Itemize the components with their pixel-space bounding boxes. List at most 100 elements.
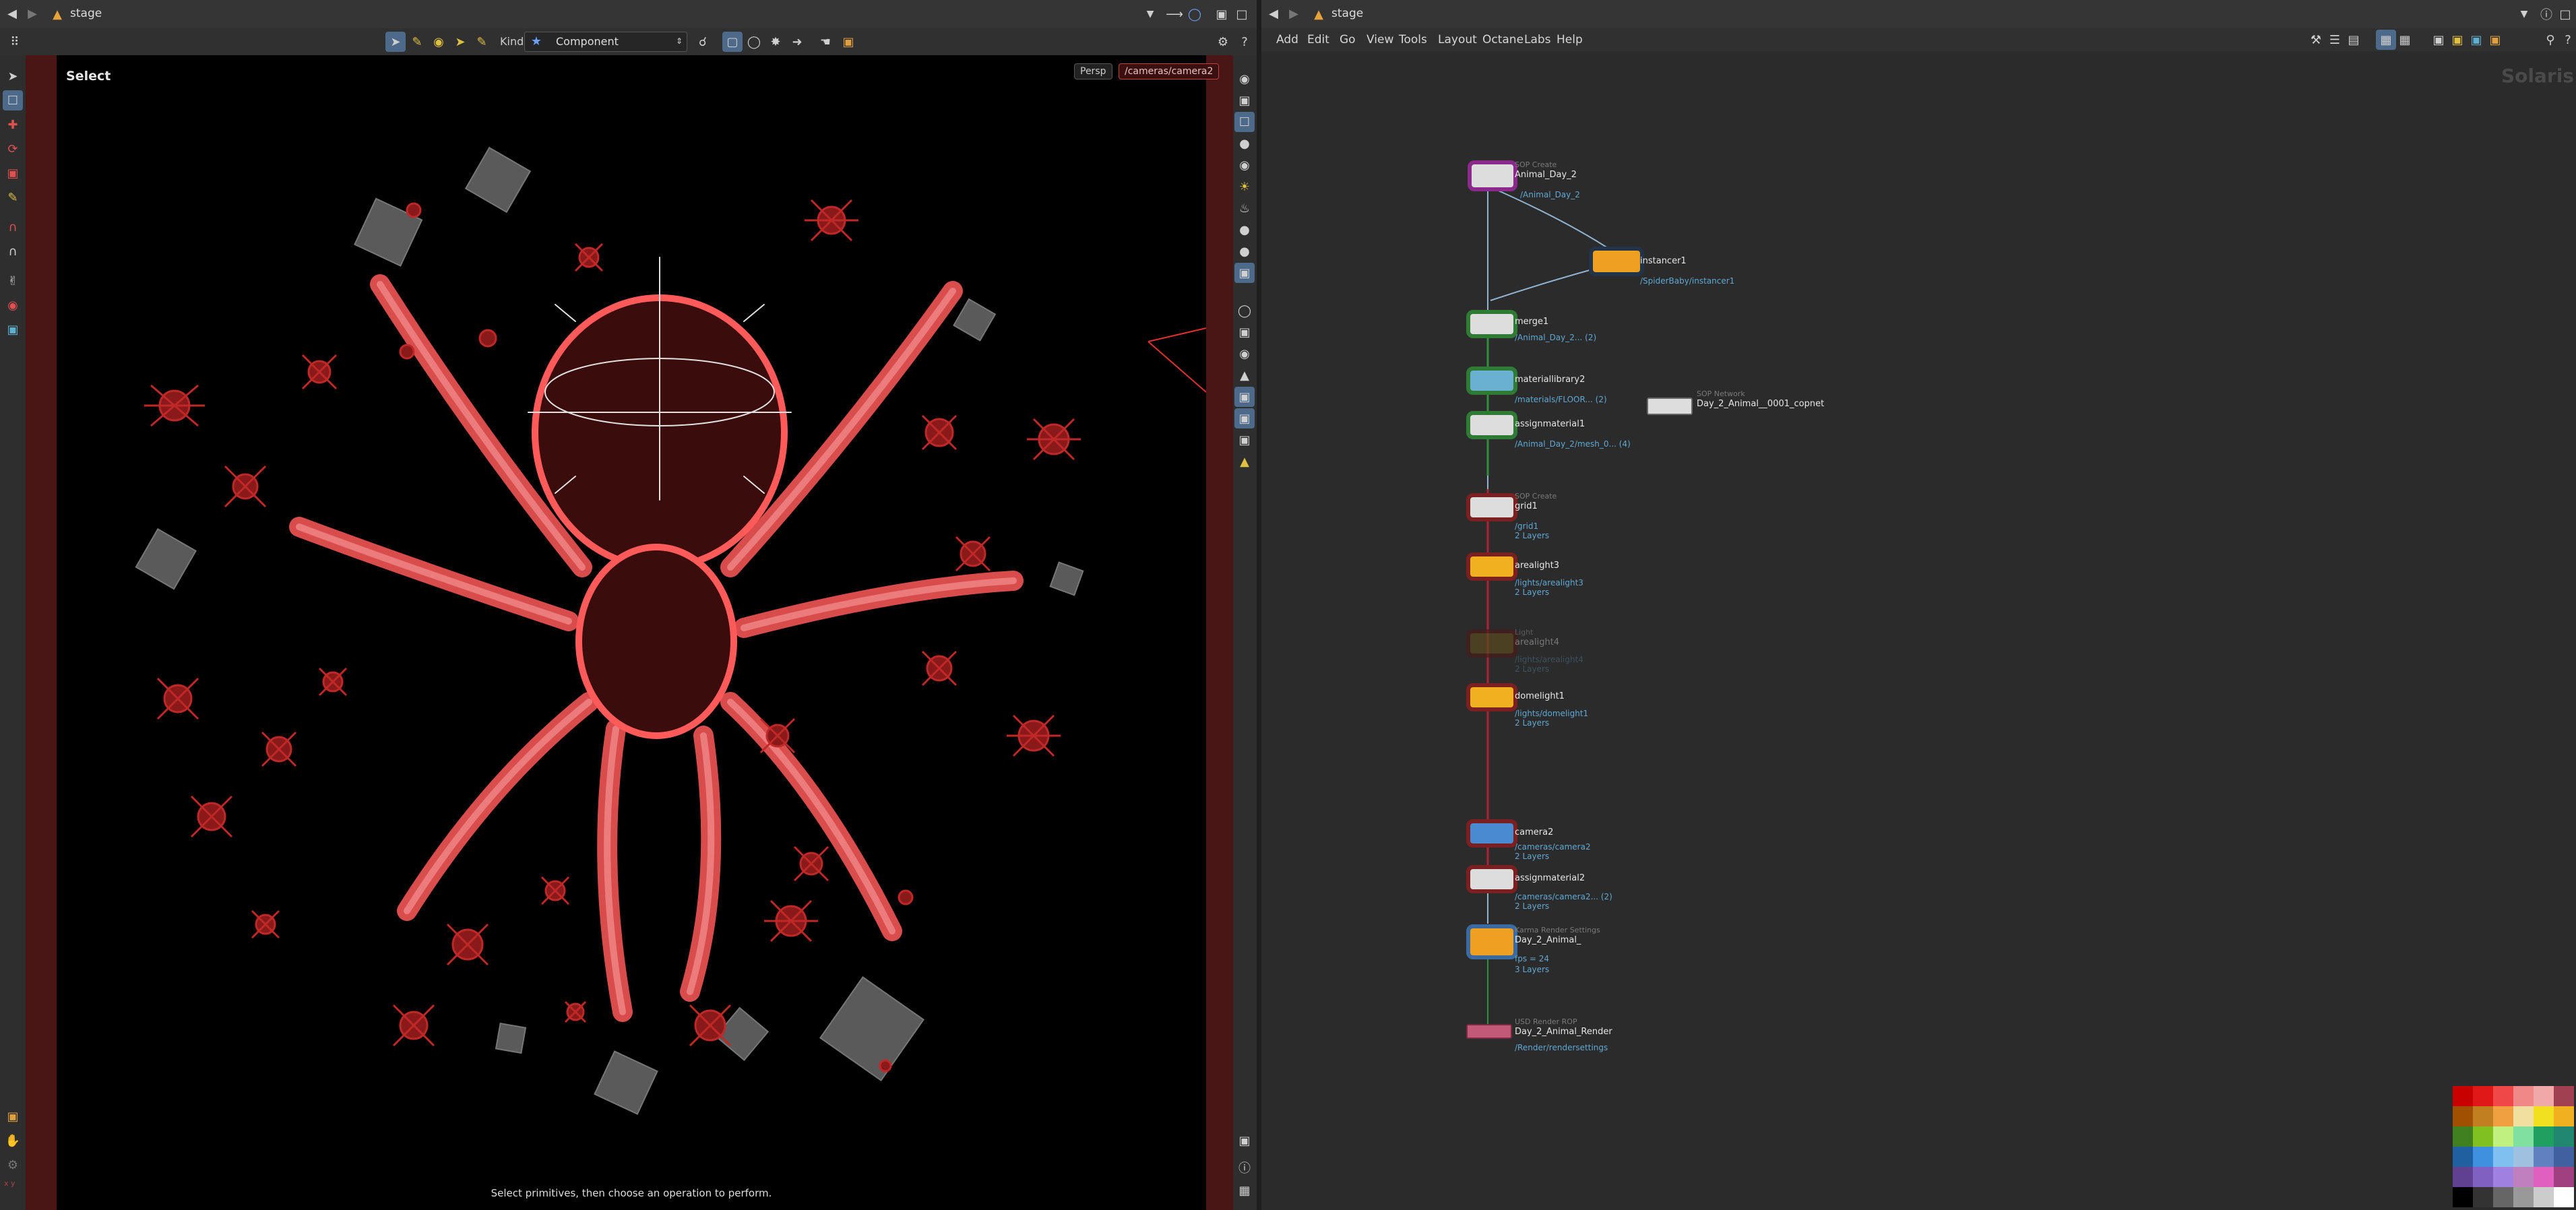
node-materiallibrary2[interactable] <box>1466 367 1517 395</box>
kind-select[interactable]: ★ Component ⇕ <box>524 32 687 52</box>
bulb-icon[interactable]: ● <box>1234 220 1255 240</box>
shading3-icon[interactable]: ▣ <box>1234 408 1255 428</box>
pane-divider[interactable] <box>1257 0 1261 1210</box>
menu-layout[interactable]: Layout <box>1438 33 1477 46</box>
left-tab-title[interactable]: stage <box>70 7 102 20</box>
network-canvas[interactable]: Solaris SOP Create Animal_Day_2 /Animal_… <box>1261 51 2576 1210</box>
menu-tools[interactable]: Tools <box>1399 33 1427 46</box>
color-swatch[interactable] <box>2554 1147 2574 1167</box>
color-swatch[interactable] <box>2554 1086 2574 1106</box>
node-animal-day-2[interactable] <box>1468 160 1517 191</box>
brush-tool-icon[interactable]: ✎ <box>407 32 427 52</box>
render-icon[interactable]: ◉ <box>1234 344 1255 364</box>
dropdown-icon[interactable]: ▼ <box>1142 5 1158 23</box>
grid-icon[interactable]: ▦ <box>2395 30 2415 50</box>
tree-icon[interactable]: ☰ <box>2325 30 2345 50</box>
color-swatch[interactable] <box>2493 1147 2513 1167</box>
tile-view-icon[interactable]: ▦ <box>2376 30 2396 50</box>
grid-view-icon[interactable]: ▦ <box>1234 1180 1255 1201</box>
net-maximize-icon[interactable]: □ <box>2556 5 2574 23</box>
node-usd-render-rop[interactable] <box>1466 1024 1512 1039</box>
node-arealight3[interactable] <box>1466 552 1517 581</box>
viewport[interactable]: Select Persp /cameras/camera2 Select pri… <box>26 55 1235 1210</box>
render-region-icon[interactable]: ▣ <box>3 1106 23 1126</box>
menu-view[interactable]: View <box>1366 33 1393 46</box>
color-swatch[interactable] <box>2513 1126 2534 1147</box>
net-dropdown-icon[interactable]: ▼ <box>2516 5 2532 23</box>
color-swatch[interactable] <box>2534 1187 2554 1207</box>
magnet-icon[interactable]: ∩ <box>3 217 23 237</box>
layout-icon[interactable]: ▣ <box>1213 5 1230 23</box>
background-icon[interactable]: ▣ <box>1234 322 1255 342</box>
color-swatch[interactable] <box>2453 1126 2473 1147</box>
pose-icon[interactable]: ✌ <box>3 271 23 291</box>
settings-tool-icon[interactable]: ⚙ <box>3 1155 23 1175</box>
color-swatch[interactable] <box>2534 1086 2554 1106</box>
color-swatch[interactable] <box>2554 1167 2574 1187</box>
secure-select-icon[interactable]: ☌ <box>693 32 713 52</box>
select-arrow-icon[interactable]: ➤ <box>3 66 23 86</box>
transform-icon[interactable]: ✚ <box>3 115 23 135</box>
lasso-select-icon[interactable]: ◯ <box>744 32 764 52</box>
visible-select-icon[interactable]: ▣ <box>838 32 858 52</box>
menu-add[interactable]: Add <box>1276 33 1298 46</box>
color-swatch[interactable] <box>2473 1147 2493 1167</box>
color-swatch[interactable] <box>2473 1167 2493 1187</box>
menu-octane[interactable]: Octane <box>1482 33 1523 46</box>
menu-go[interactable]: Go <box>1340 33 1356 46</box>
list-icon[interactable]: ▤ <box>2344 30 2364 50</box>
lamp-icon[interactable]: ♨ <box>1234 198 1255 218</box>
scale-icon[interactable]: ▣ <box>3 163 23 183</box>
color-swatch[interactable] <box>2493 1167 2513 1187</box>
color-swatch[interactable] <box>2453 1187 2473 1207</box>
shading-icon[interactable]: ▲ <box>1234 365 1255 385</box>
color-swatch[interactable] <box>2453 1086 2473 1106</box>
grid-menu-icon[interactable]: ⠿ <box>5 32 24 51</box>
wrench-icon[interactable]: ⚒ <box>2306 30 2326 50</box>
persp-button[interactable]: Persp <box>1074 63 1112 79</box>
color-swatch[interactable] <box>2513 1106 2534 1126</box>
color-swatch[interactable] <box>2513 1187 2534 1207</box>
color-swatch[interactable] <box>2473 1126 2493 1147</box>
pick-select-icon[interactable]: ☚ <box>815 32 836 52</box>
laser-tool-icon[interactable]: ➤ <box>450 32 470 52</box>
color-swatch[interactable] <box>2554 1187 2574 1207</box>
color-swatch[interactable] <box>2513 1147 2534 1167</box>
node-karma-render-settings[interactable] <box>1466 924 1517 959</box>
help-icon[interactable]: ? <box>1234 32 1255 52</box>
display-icon[interactable]: ▣ <box>1234 90 1255 110</box>
shading2-icon[interactable]: ▣ <box>1234 387 1255 407</box>
lock-camera-icon[interactable]: ☐ <box>1234 112 1255 132</box>
node-grid1[interactable] <box>1466 493 1517 521</box>
net-back-icon[interactable]: ◀ <box>1264 4 1283 23</box>
snap-icon[interactable]: ∩ <box>3 241 23 261</box>
net-info-icon[interactable]: ⓘ <box>2538 5 2555 23</box>
node-camera2[interactable] <box>1466 819 1517 848</box>
folder-icon[interactable]: ▣ <box>2485 30 2505 50</box>
menu-labs[interactable]: Labs <box>1524 33 1551 46</box>
select-tool-icon[interactable]: ➤ <box>385 32 406 52</box>
lock-icon[interactable]: ☐ <box>3 90 23 110</box>
color-swatch[interactable] <box>2554 1106 2574 1126</box>
color-swatch[interactable] <box>2453 1106 2473 1126</box>
net-help-icon[interactable]: ? <box>2558 30 2576 50</box>
camera-button[interactable]: /cameras/camera2 <box>1119 63 1220 79</box>
shading4-icon[interactable]: ▣ <box>1234 430 1255 450</box>
eye-icon[interactable]: ◉ <box>1234 69 1255 89</box>
node-assignmaterial1[interactable] <box>1466 411 1517 439</box>
rotate-icon[interactable]: ⟳ <box>3 139 23 159</box>
forward-arrow-icon[interactable]: ▶ <box>23 4 42 23</box>
back-arrow-icon[interactable]: ◀ <box>3 4 22 23</box>
color-swatch[interactable] <box>2534 1147 2554 1167</box>
node-domelight1[interactable] <box>1466 683 1517 711</box>
color-swatch[interactable] <box>2493 1106 2513 1126</box>
color-swatch[interactable] <box>2493 1187 2513 1207</box>
paint-select-icon[interactable]: ✸ <box>765 32 786 52</box>
network-box-icon[interactable]: ▣ <box>2428 30 2449 50</box>
color-swatch[interactable] <box>2534 1126 2554 1147</box>
shading5-icon[interactable]: ▲ <box>1234 451 1255 472</box>
color-swatch[interactable] <box>2493 1086 2513 1106</box>
color-swatch[interactable] <box>2513 1086 2534 1106</box>
menu-help[interactable]: Help <box>1557 33 1583 46</box>
pin-icon[interactable]: ⟶ <box>1166 5 1183 23</box>
